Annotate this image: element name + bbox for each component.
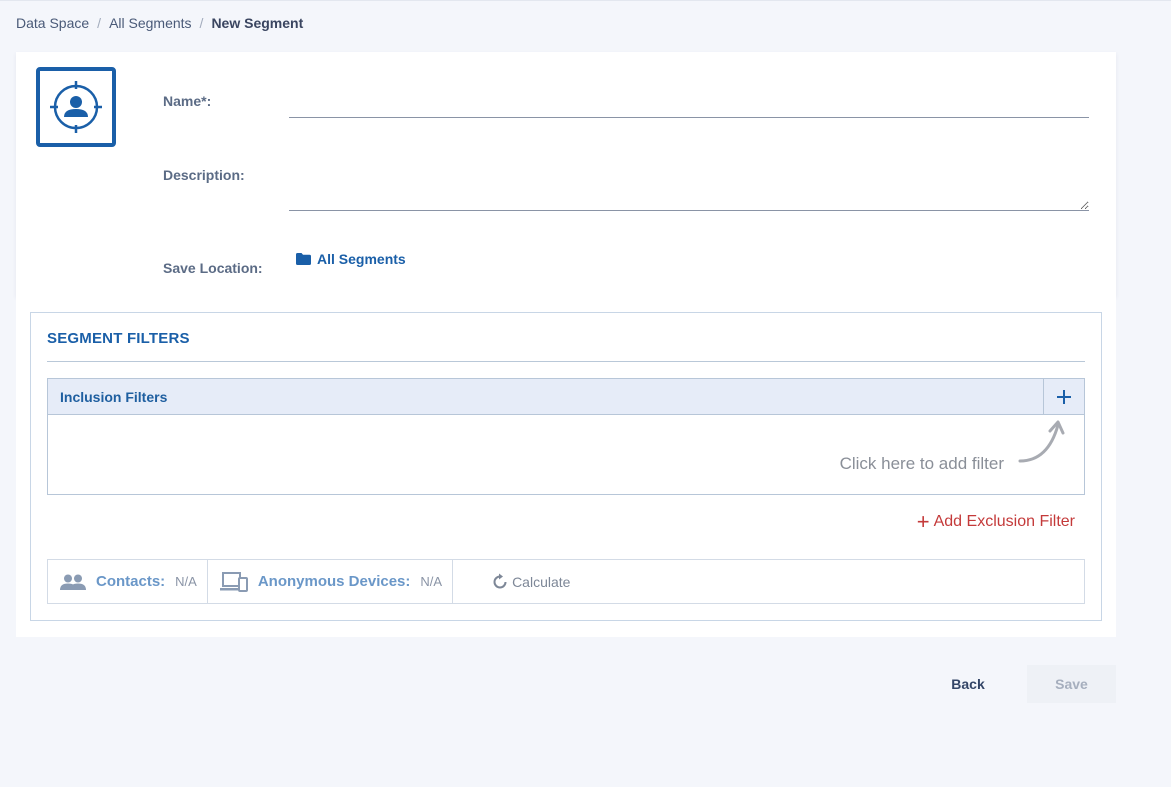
devices-stat: Anonymous Devices: N/A <box>208 560 454 603</box>
segment-stats-bar: Contacts: N/A Anonymous Devices: N/A Cal… <box>47 559 1085 604</box>
back-button[interactable]: Back <box>933 665 1003 703</box>
description-input[interactable] <box>289 162 1089 211</box>
breadcrumb: Data Space / All Segments / New Segment <box>16 15 303 31</box>
calculate-button[interactable]: Calculate <box>491 560 570 603</box>
segment-filters-title: SEGMENT FILTERS <box>47 330 190 347</box>
breadcrumb-separator: / <box>97 15 102 31</box>
curved-arrow-icon <box>1018 420 1065 463</box>
save-location-link[interactable]: All Segments <box>296 251 406 267</box>
filters-divider <box>47 361 1085 362</box>
refresh-icon <box>493 573 507 588</box>
segment-filters-panel: SEGMENT FILTERS Inclusion Filters Click … <box>30 312 1102 621</box>
contacts-label: Contacts: <box>96 573 166 590</box>
plus-icon: + <box>916 509 930 534</box>
save-location-value: All Segments <box>317 251 406 267</box>
inclusion-filters-header: Inclusion Filters <box>48 379 1084 415</box>
add-exclusion-filter-button[interactable]: + Add Exclusion Filter <box>916 509 1075 534</box>
segment-details-card: Name*: Description: Save Location: All S… <box>16 52 1116 296</box>
devices-label: Anonymous Devices: <box>257 573 411 590</box>
folder-icon <box>296 253 311 265</box>
add-inclusion-filter-button[interactable] <box>1043 379 1084 414</box>
breadcrumb-current: New Segment <box>211 15 304 31</box>
name-label: Name*: <box>163 93 212 109</box>
save-button[interactable]: Save <box>1027 665 1116 703</box>
name-input[interactable] <box>289 88 1089 118</box>
contacts-stat: Contacts: N/A <box>48 560 208 603</box>
breadcrumb-separator: / <box>199 15 204 31</box>
contacts-value: N/A <box>175 574 197 589</box>
description-label: Description: <box>163 167 245 183</box>
breadcrumb-item-all-segments[interactable]: All Segments <box>109 15 191 31</box>
calculate-label: Calculate <box>512 573 571 590</box>
segment-target-user-icon <box>36 67 116 147</box>
add-filter-hint: Click here to add filter <box>839 454 1004 473</box>
breadcrumb-item-data-space[interactable]: Data Space <box>16 15 89 31</box>
segment-filters-card: SEGMENT FILTERS Inclusion Filters Click … <box>16 296 1116 637</box>
devices-value: N/A <box>420 574 443 589</box>
users-icon <box>60 574 86 590</box>
add-exclusion-filter-label: Add Exclusion Filter <box>933 513 1075 530</box>
plus-icon <box>1057 389 1071 404</box>
save-location-label: Save Location: <box>163 260 263 276</box>
inclusion-filters-panel: Inclusion Filters Click here to add filt… <box>47 378 1085 495</box>
inclusion-filters-title: Inclusion Filters <box>60 388 168 405</box>
devices-icon <box>219 571 248 592</box>
